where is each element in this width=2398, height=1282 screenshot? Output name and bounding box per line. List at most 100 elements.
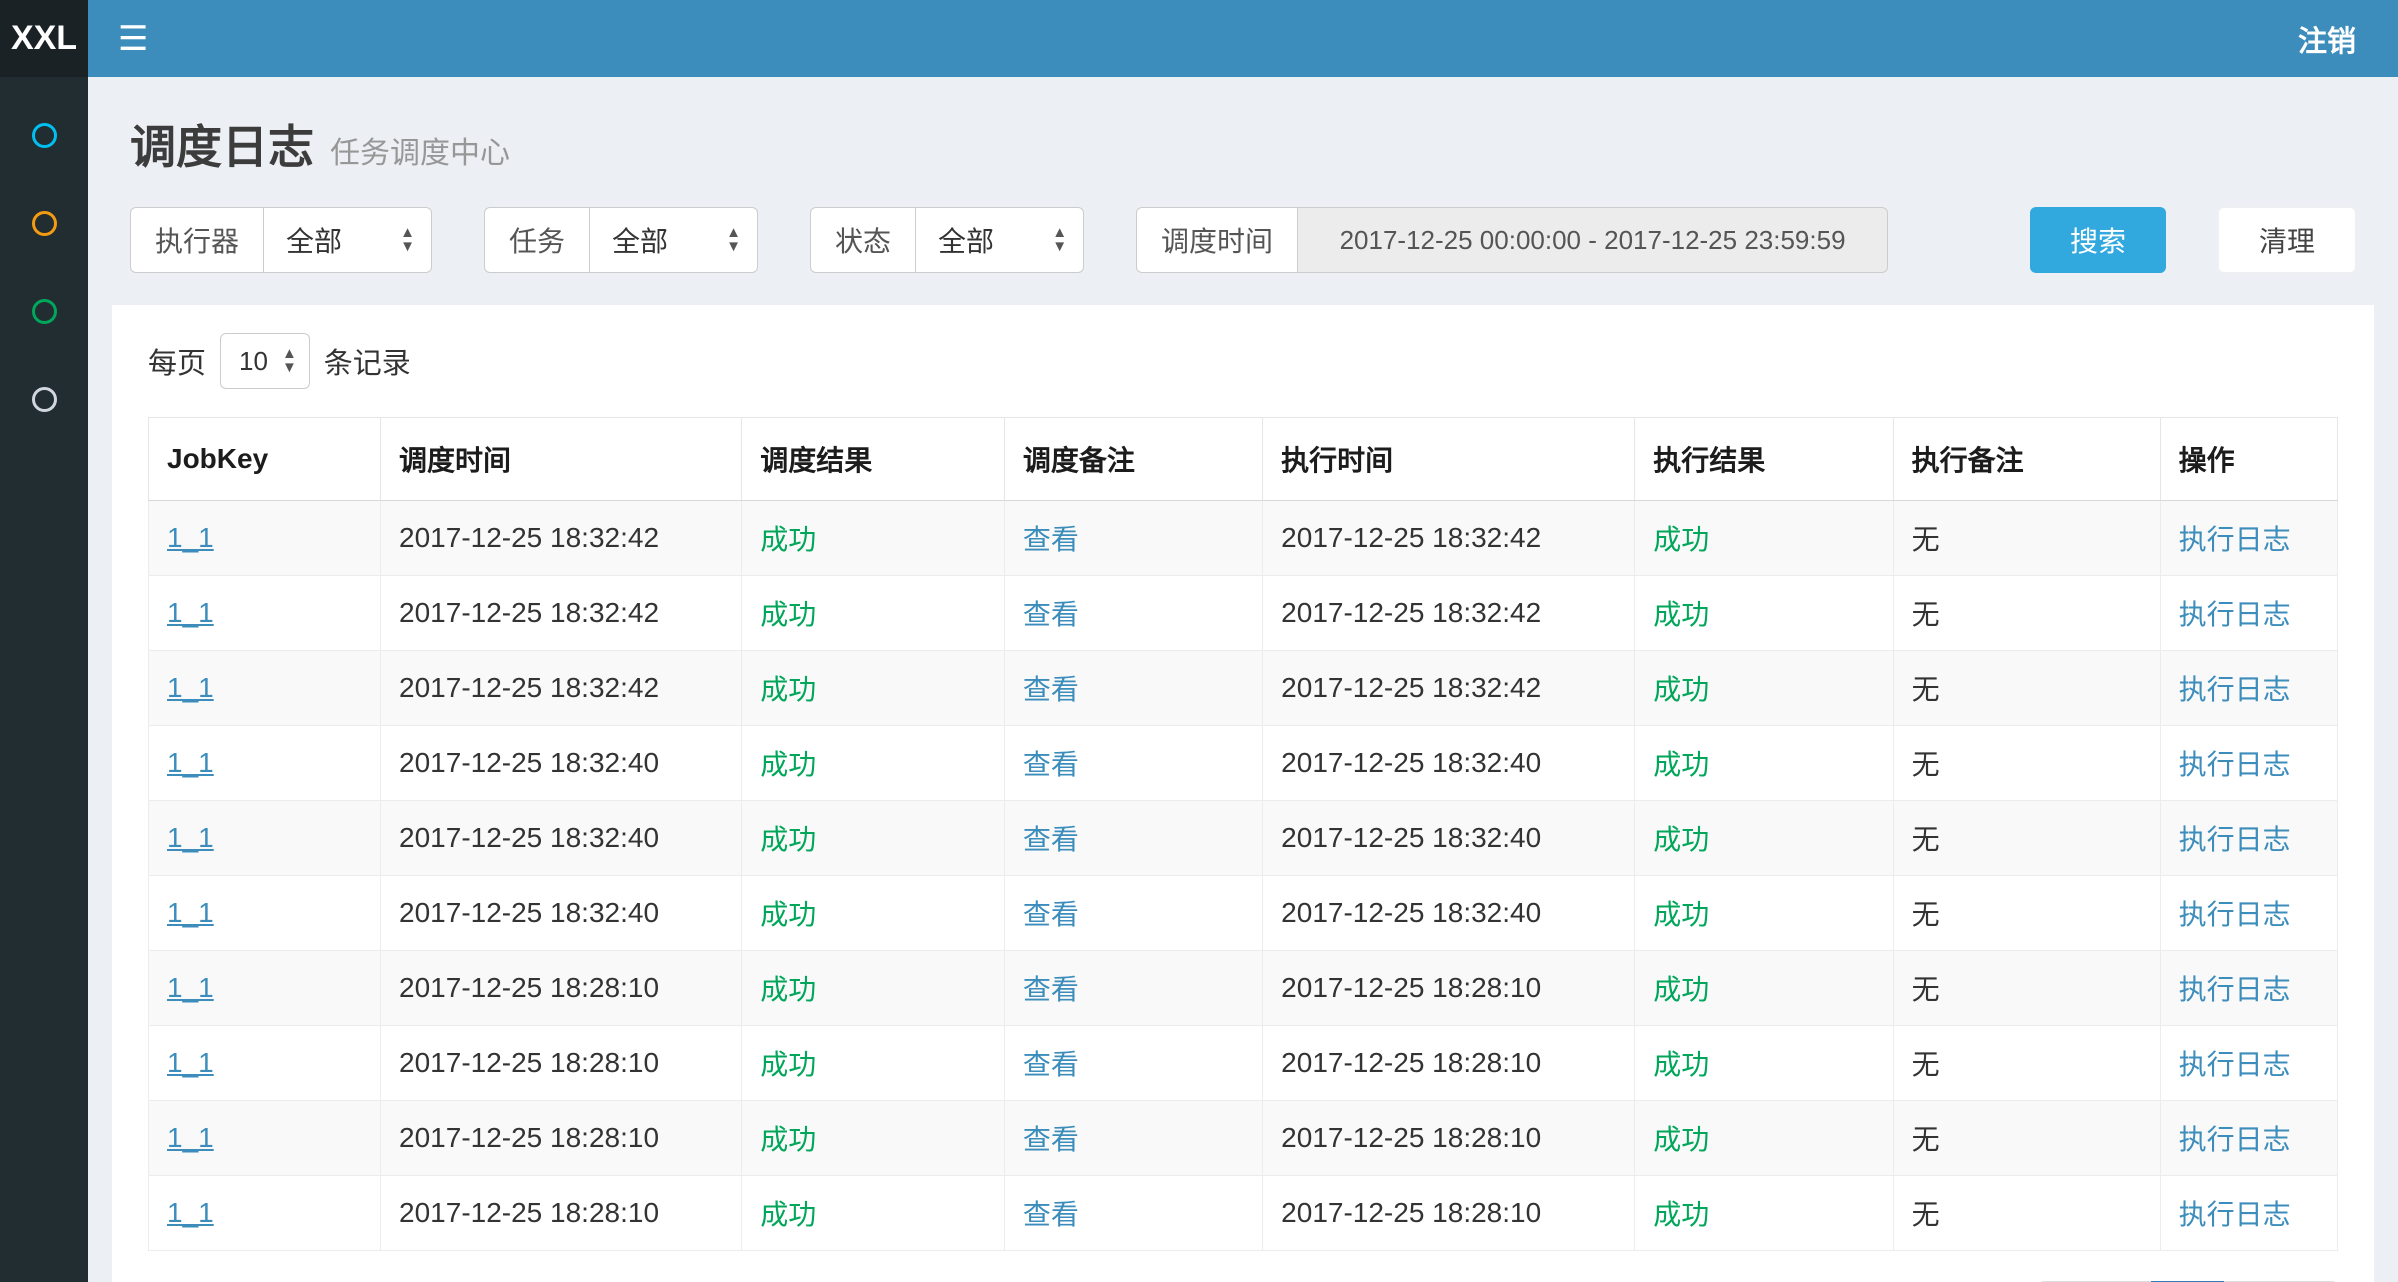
- jobkey-link[interactable]: 1_1: [167, 897, 214, 928]
- trigger-result-cell: 成功: [742, 651, 1005, 726]
- page-size-select[interactable]: 10 ▲▼: [220, 333, 310, 389]
- page-size-select-value: 10: [239, 346, 268, 377]
- trigger-msg-view-link[interactable]: 查看: [1023, 899, 1079, 930]
- main-content: 调度日志任务调度中心 执行器 全部 ▲▼ 任务 全部 ▲▼ 状态 全部 ▲▼: [88, 0, 2398, 1282]
- sidebar-menu: [0, 77, 88, 1282]
- content-header: 调度日志任务调度中心: [88, 77, 2398, 207]
- sidebar-item-2[interactable]: [0, 179, 88, 267]
- trigger-result-cell: 成功: [742, 876, 1005, 951]
- table-header-row: JobKey 调度时间 调度结果 调度备注 执行时间 执行结果 执行备注 操作: [149, 418, 2338, 501]
- table-row: 1_1 2017-12-25 18:32:42 成功 查看 2017-12-25…: [149, 651, 2338, 726]
- trigger-time-filter-label: 调度时间: [1136, 207, 1298, 273]
- circle-outline-icon: [32, 387, 57, 412]
- execution-log-link[interactable]: 执行日志: [2179, 524, 2291, 555]
- jobkey-link[interactable]: 1_1: [167, 972, 214, 1003]
- trigger-result-cell: 成功: [742, 801, 1005, 876]
- trigger-time-cell: 2017-12-25 18:28:10: [381, 1101, 742, 1176]
- job-select-value: 全部: [612, 220, 668, 260]
- handle-time-cell: 2017-12-25 18:32:40: [1263, 876, 1635, 951]
- stepper-down-icon: ▼: [1052, 240, 1067, 254]
- search-button[interactable]: 搜索: [2030, 207, 2166, 273]
- table-row: 1_1 2017-12-25 18:32:42 成功 查看 2017-12-25…: [149, 501, 2338, 576]
- stepper-down-icon: ▼: [282, 361, 297, 375]
- handle-msg-cell: 无: [1893, 1026, 2160, 1101]
- trigger-result-cell: 成功: [742, 576, 1005, 651]
- execution-log-link[interactable]: 执行日志: [2179, 599, 2291, 630]
- trigger-msg-view-link[interactable]: 查看: [1023, 1199, 1079, 1230]
- handle-msg-cell: 无: [1893, 951, 2160, 1026]
- app-logo[interactable]: XXL: [0, 0, 88, 77]
- executor-select[interactable]: 全部 ▲▼: [264, 207, 432, 273]
- execution-log-link[interactable]: 执行日志: [2179, 899, 2291, 930]
- job-select[interactable]: 全部 ▲▼: [590, 207, 758, 273]
- status-filter-label: 状态: [810, 207, 916, 273]
- logout-button[interactable]: 注销: [2256, 0, 2398, 77]
- execution-log-link[interactable]: 执行日志: [2179, 824, 2291, 855]
- trigger-msg-view-link[interactable]: 查看: [1023, 749, 1079, 780]
- handle-result-cell: 成功: [1635, 501, 1893, 576]
- execution-log-link[interactable]: 执行日志: [2179, 1199, 2291, 1230]
- trigger-msg-view-link[interactable]: 查看: [1023, 1124, 1079, 1155]
- trigger-time-cell: 2017-12-25 18:32:42: [381, 651, 742, 726]
- handle-result-cell: 成功: [1635, 651, 1893, 726]
- trigger-time-range-input[interactable]: 2017-12-25 00:00:00 - 2017-12-25 23:59:5…: [1298, 207, 1888, 273]
- trigger-msg-view-link[interactable]: 查看: [1023, 974, 1079, 1005]
- page-title: 调度日志: [130, 121, 314, 173]
- job-filter-label: 任务: [484, 207, 590, 273]
- col-header-jobkey: JobKey: [149, 418, 381, 501]
- execution-log-link[interactable]: 执行日志: [2179, 974, 2291, 1005]
- table-row: 1_1 2017-12-25 18:28:10 成功 查看 2017-12-25…: [149, 951, 2338, 1026]
- page-subtitle: 任务调度中心: [330, 137, 510, 170]
- trigger-time-filter: 调度时间 2017-12-25 00:00:00 - 2017-12-25 23…: [1136, 207, 1888, 273]
- trigger-msg-view-link[interactable]: 查看: [1023, 1049, 1079, 1080]
- execution-log-link[interactable]: 执行日志: [2179, 674, 2291, 705]
- handle-result-cell: 成功: [1635, 876, 1893, 951]
- dispatch-log-table: JobKey 调度时间 调度结果 调度备注 执行时间 执行结果 执行备注 操作 …: [148, 417, 2338, 1251]
- jobkey-link[interactable]: 1_1: [167, 822, 214, 853]
- handle-time-cell: 2017-12-25 18:28:10: [1263, 1176, 1635, 1251]
- handle-msg-cell: 无: [1893, 1101, 2160, 1176]
- trigger-result-cell: 成功: [742, 501, 1005, 576]
- page-size-suffix-label: 条记录: [324, 340, 411, 382]
- jobkey-link[interactable]: 1_1: [167, 747, 214, 778]
- handle-result-cell: 成功: [1635, 576, 1893, 651]
- handle-msg-cell: 无: [1893, 576, 2160, 651]
- clear-button[interactable]: 清理: [2218, 207, 2356, 273]
- status-filter: 状态 全部 ▲▼: [810, 207, 1084, 273]
- status-select[interactable]: 全部 ▲▼: [916, 207, 1084, 273]
- trigger-result-cell: 成功: [742, 1176, 1005, 1251]
- handle-time-cell: 2017-12-25 18:32:42: [1263, 651, 1635, 726]
- job-filter: 任务 全部 ▲▼: [484, 207, 758, 273]
- sidebar-item-3[interactable]: [0, 267, 88, 355]
- trigger-time-cell: 2017-12-25 18:28:10: [381, 1176, 742, 1251]
- jobkey-link[interactable]: 1_1: [167, 672, 214, 703]
- sidebar-item-4[interactable]: [0, 355, 88, 443]
- trigger-msg-view-link[interactable]: 查看: [1023, 524, 1079, 555]
- trigger-msg-view-link[interactable]: 查看: [1023, 824, 1079, 855]
- trigger-time-cell: 2017-12-25 18:28:10: [381, 951, 742, 1026]
- jobkey-link[interactable]: 1_1: [167, 1122, 214, 1153]
- trigger-msg-view-link[interactable]: 查看: [1023, 674, 1079, 705]
- handle-msg-cell: 无: [1893, 801, 2160, 876]
- handle-time-cell: 2017-12-25 18:28:10: [1263, 951, 1635, 1026]
- handle-time-cell: 2017-12-25 18:32:40: [1263, 801, 1635, 876]
- jobkey-link[interactable]: 1_1: [167, 1197, 214, 1228]
- table-row: 1_1 2017-12-25 18:32:42 成功 查看 2017-12-25…: [149, 576, 2338, 651]
- jobkey-link[interactable]: 1_1: [167, 1047, 214, 1078]
- trigger-time-cell: 2017-12-25 18:28:10: [381, 1026, 742, 1101]
- jobkey-link[interactable]: 1_1: [167, 522, 214, 553]
- jobkey-link[interactable]: 1_1: [167, 597, 214, 628]
- execution-log-link[interactable]: 执行日志: [2179, 1049, 2291, 1080]
- status-select-value: 全部: [938, 220, 994, 260]
- execution-log-link[interactable]: 执行日志: [2179, 1124, 2291, 1155]
- select-stepper-icon: ▲▼: [400, 226, 415, 254]
- table-row: 1_1 2017-12-25 18:32:40 成功 查看 2017-12-25…: [149, 726, 2338, 801]
- sidebar-toggle-button[interactable]: ☰: [88, 0, 178, 77]
- execution-log-link[interactable]: 执行日志: [2179, 749, 2291, 780]
- executor-filter: 执行器 全部 ▲▼: [130, 207, 432, 273]
- table-row: 1_1 2017-12-25 18:28:10 成功 查看 2017-12-25…: [149, 1176, 2338, 1251]
- circle-outline-icon: [32, 299, 57, 324]
- trigger-msg-view-link[interactable]: 查看: [1023, 599, 1079, 630]
- col-header-handle-result: 执行结果: [1635, 418, 1893, 501]
- sidebar-item-1[interactable]: [0, 91, 88, 179]
